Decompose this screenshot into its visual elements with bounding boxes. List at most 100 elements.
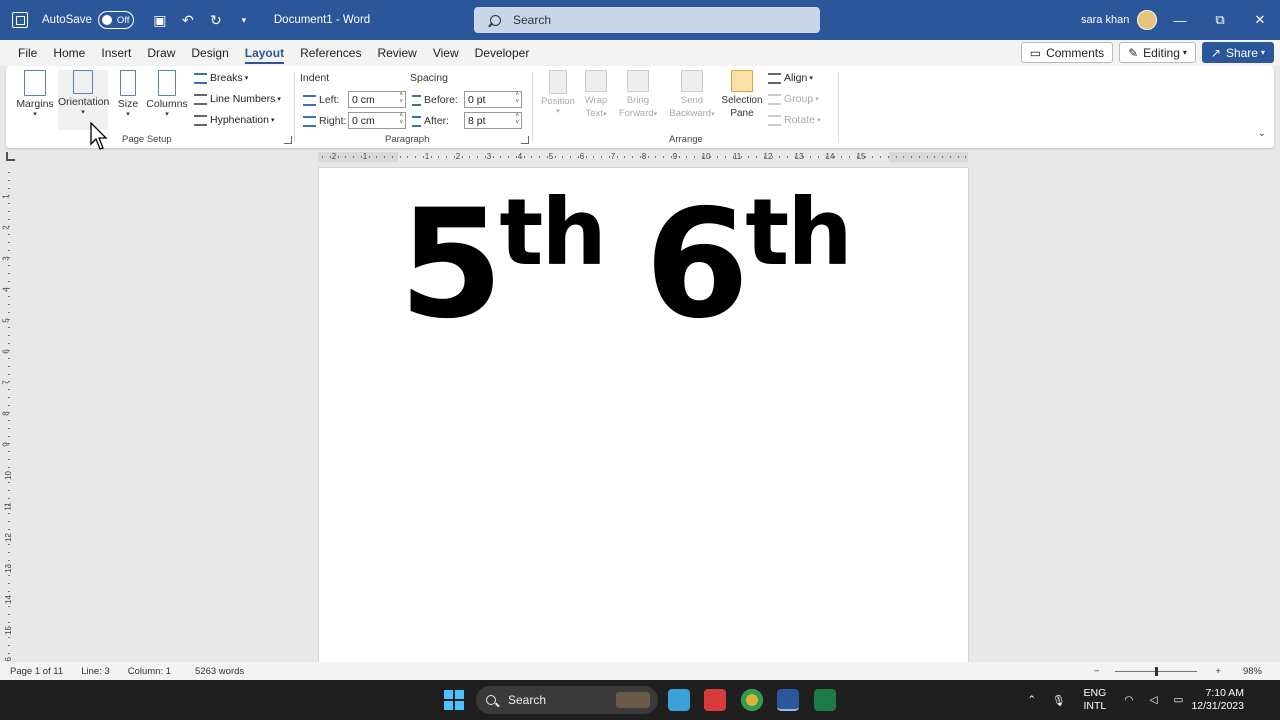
volume-icon[interactable]: ◁ — [1149, 694, 1157, 706]
spinner-arrows-icon[interactable]: ˄ ˅ — [515, 92, 519, 106]
indent-left-input[interactable]: 0 cm ˄ ˅ — [348, 91, 406, 108]
tab-selector-icon[interactable] — [6, 152, 15, 161]
chevron-up-icon[interactable]: ⌃ — [1027, 694, 1036, 706]
spinner-arrows-icon[interactable]: ˄ ˅ — [515, 113, 519, 127]
tab-view[interactable]: View — [425, 40, 467, 66]
ribbon-expand-icon[interactable]: ⌄ — [1258, 128, 1266, 139]
ruler-number: 5 — [548, 152, 554, 161]
ruler-tick — [477, 156, 478, 158]
spacing-before-input[interactable]: 0 pt ˄ ˅ — [464, 91, 522, 108]
zoom-in-button[interactable]: + — [1215, 666, 1221, 677]
document-body-text[interactable]: 5th 6th — [399, 187, 853, 341]
send-backward-button[interactable]: Send Backward▾ — [666, 70, 718, 121]
zoom-slider[interactable] — [1115, 666, 1198, 676]
redo-icon[interactable]: ↻ — [204, 8, 228, 32]
paragraph-launcher-icon[interactable] — [521, 136, 529, 144]
zoom-slider-thumb[interactable] — [1155, 666, 1159, 676]
ruler-tick — [740, 156, 742, 158]
ruler-number: 8 — [641, 152, 647, 161]
wifi-icon[interactable]: ◠ — [1124, 694, 1133, 706]
taskbar-search[interactable]: Search — [476, 686, 658, 714]
save-icon[interactable]: ▣ — [148, 8, 172, 32]
ruler-tick — [833, 156, 835, 158]
tab-developer[interactable]: Developer — [467, 40, 538, 66]
restore-button[interactable]: ⧉ — [1200, 0, 1240, 40]
undo-icon[interactable]: ↶ — [176, 8, 200, 32]
language-indicator[interactable]: ENG INTL — [1084, 687, 1107, 713]
paragraph-group-label: Paragraph — [385, 134, 430, 145]
bring-forward-button[interactable]: Bring Forward▾ — [616, 70, 660, 121]
language-line-1: ENG — [1083, 687, 1107, 699]
vruler-tick — [8, 613, 10, 615]
tab-review[interactable]: Review — [369, 40, 424, 66]
app-red-icon[interactable] — [704, 689, 726, 711]
size-button[interactable]: Size ▾ — [112, 70, 144, 119]
tab-references[interactable]: References — [292, 40, 369, 66]
document-page[interactable]: 5th 6th — [319, 168, 968, 662]
breaks-button[interactable]: Breaks ▾ — [194, 72, 248, 84]
group-button[interactable]: Group ▾ — [768, 93, 819, 105]
close-button[interactable]: ✕ — [1240, 0, 1280, 40]
vruler-tick — [8, 590, 10, 592]
vruler-tick — [8, 505, 10, 507]
zoom-level[interactable]: 98% — [1243, 666, 1262, 677]
ruler-tick — [763, 156, 765, 158]
orientation-button[interactable]: Orientation ▾ — [58, 70, 109, 130]
selection-pane-button[interactable]: Selection Pane — [718, 70, 766, 120]
spinner-arrows-icon[interactable]: ˄ ˅ — [399, 92, 403, 106]
chrome-icon[interactable] — [741, 689, 763, 711]
columns-button[interactable]: Columns ▾ — [146, 70, 188, 119]
tab-design[interactable]: Design — [183, 40, 236, 66]
autosave-toggle[interactable]: Off — [97, 11, 134, 29]
spacing-after-input[interactable]: 8 pt ˄ ˅ — [464, 112, 522, 129]
editing-mode-button[interactable]: ✎ Editing ▾ — [1119, 42, 1196, 63]
minimize-button[interactable]: — — [1160, 0, 1200, 40]
user-account[interactable]: sara khan — [1081, 0, 1158, 40]
tab-file[interactable]: File — [10, 40, 45, 66]
vruler-tick — [8, 458, 10, 460]
zoom-out-button[interactable]: − — [1094, 666, 1100, 677]
vertical-ruler[interactable]: 12345678910111213141516 — [2, 168, 16, 666]
first-superscript: th — [499, 179, 606, 286]
tab-home[interactable]: Home — [45, 40, 93, 66]
tab-insert[interactable]: Insert — [93, 40, 139, 66]
wrap-text-button[interactable]: Wrap Text▾ — [574, 70, 618, 121]
chevron-down-icon: ▾ — [815, 96, 819, 103]
customize-qat-icon[interactable]: ▾ — [232, 8, 256, 32]
page-count[interactable]: Page 1 of 11 — [10, 666, 63, 677]
ruler-tick — [849, 156, 850, 158]
vruler-number: 13 — [3, 564, 13, 573]
vruler-tick — [8, 474, 10, 476]
battery-icon[interactable]: ▭ — [1174, 694, 1184, 706]
align-button[interactable]: Align ▾ — [768, 72, 813, 84]
ruler-tick — [469, 156, 471, 158]
vruler-tick — [8, 350, 10, 352]
ruler-tick — [895, 156, 897, 158]
share-button[interactable]: ↗ Share ▾ — [1201, 42, 1274, 63]
excel-icon[interactable] — [814, 689, 836, 711]
margins-button[interactable]: Margins ▾ — [12, 70, 58, 119]
language-line-2: INTL — [1083, 700, 1107, 712]
windows-start-icon[interactable] — [444, 690, 464, 710]
word-count[interactable]: 5263 words — [195, 666, 244, 677]
ruler-tick — [624, 156, 626, 158]
tab-draw[interactable]: Draw — [139, 40, 183, 66]
search-input[interactable]: Search — [474, 7, 820, 33]
spinner-arrows-icon[interactable]: ˄ ˅ — [399, 113, 403, 127]
comments-button[interactable]: ▭ Comments — [1020, 42, 1114, 63]
notepad-icon[interactable] — [668, 689, 690, 711]
microphone-icon[interactable]: 🎙 — [1052, 694, 1065, 707]
horizontal-ruler[interactable]: 2 1 1 2 3 4 5 6 7 8 9 10 11 12 13 14 15 — [318, 150, 968, 164]
line-numbers-label: Line Numbers — [210, 93, 276, 105]
ruler-tick — [593, 156, 595, 158]
ruler-tick — [368, 156, 370, 158]
page-setup-launcher-icon[interactable] — [284, 136, 292, 144]
line-numbers-button[interactable]: Line Numbers ▾ — [194, 93, 281, 105]
hyphenation-button[interactable]: Hyphenation ▾ — [194, 114, 274, 126]
rotate-button[interactable]: Rotate ▾ — [768, 114, 820, 126]
clock[interactable]: 7:10 AM 12/31/2023 — [1191, 687, 1244, 713]
vruler-tick — [8, 536, 10, 538]
indent-right-input[interactable]: 0 cm ˄ ˅ — [348, 112, 406, 129]
word-taskbar-icon[interactable] — [777, 689, 799, 711]
tab-layout[interactable]: Layout — [237, 40, 292, 66]
